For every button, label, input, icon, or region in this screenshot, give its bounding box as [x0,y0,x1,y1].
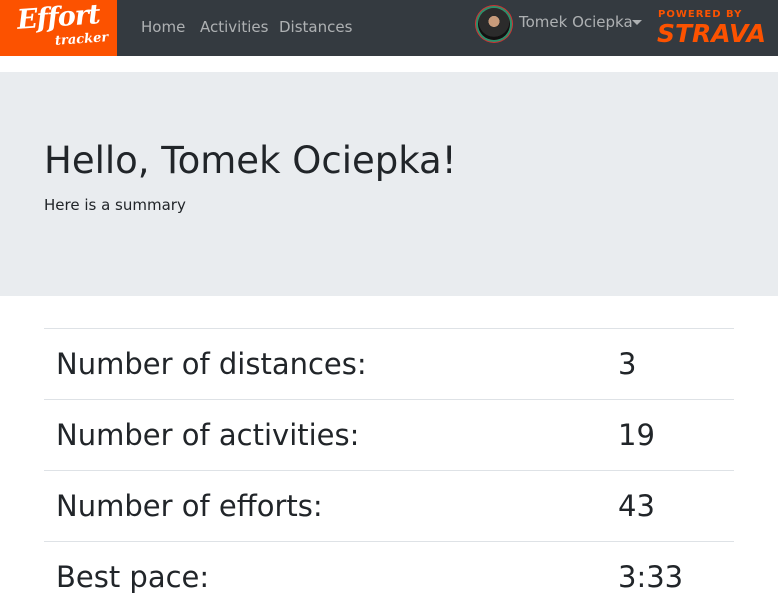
table-row: Number of distances: 3 [44,329,734,400]
user-menu-toggle[interactable]: Tomek Ociepka [519,13,633,31]
summary-hero [0,72,778,296]
table-row: Number of activities: 19 [44,400,734,471]
brand-logo-effort: Effort [16,0,100,36]
brand-logo-tracker: tracker [55,30,109,49]
table-row: Best pace: 3:33 [44,542,734,612]
table-row: Number of efforts: 43 [44,471,734,542]
stat-value: 43 [606,471,734,542]
nav-link-home[interactable]: Home [141,18,185,36]
stat-label: Number of distances: [44,329,606,400]
stat-value: 3 [606,329,734,400]
stat-value: 19 [606,400,734,471]
summary-subtitle: Here is a summary [44,196,186,214]
brand-logo[interactable]: Effort tracker [0,0,117,56]
stat-label: Number of activities: [44,400,606,471]
stat-label: Number of efforts: [44,471,606,542]
chevron-down-icon[interactable] [632,20,642,25]
greeting-heading: Hello, Tomek Ociepka! [44,139,457,183]
nav-link-activities[interactable]: Activities [200,18,268,36]
stat-value: 3:33 [606,542,734,612]
stat-label: Best pace: [44,542,606,612]
user-avatar[interactable] [478,8,510,40]
nav-link-distances[interactable]: Distances [279,18,352,36]
strava-logo: STRAVA [657,19,766,48]
top-navbar: Effort tracker Home Activities Distances… [0,0,778,56]
summary-stats-table: Number of distances: 3 Number of activit… [44,328,734,612]
